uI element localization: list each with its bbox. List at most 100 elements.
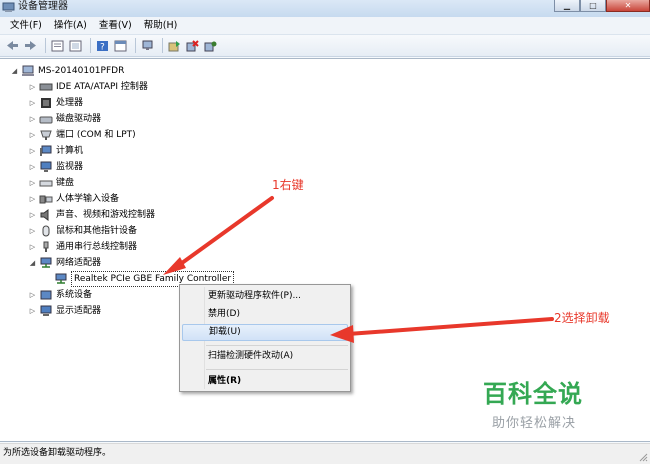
tree-item-hid[interactable]: ▷ 人体学输入设备	[28, 191, 119, 207]
expand-arrow-icon[interactable]: ▷	[28, 99, 37, 107]
close-button[interactable]: ✕	[606, 0, 650, 12]
tree-label: 显示适配器	[56, 306, 102, 316]
tree-label: 端口 (COM 和 LPT)	[56, 130, 136, 140]
computer-icon	[22, 65, 34, 76]
expand-arrow-icon[interactable]: ▷	[28, 291, 37, 299]
network-adapter-icon	[55, 273, 67, 284]
expand-arrow-icon[interactable]: ▷	[28, 131, 37, 139]
status-bar: 为所选设备卸载驱动程序。	[0, 443, 650, 464]
tree-label: 系统设备	[56, 290, 93, 300]
tree-label: 监视器	[56, 162, 84, 172]
mouse-icon	[42, 225, 50, 237]
menu-item-uninstall[interactable]: 卸载(U)	[182, 324, 348, 341]
uninstall-icon[interactable]	[203, 38, 218, 53]
toolbar-separator	[90, 38, 91, 53]
svg-text:?: ?	[100, 42, 105, 52]
menu-help[interactable]: 帮助(H)	[138, 18, 184, 34]
context-menu: 更新驱动程序软件(P)... 禁用(D) 卸载(U) 扫描检测硬件改动(A) 属…	[179, 284, 351, 392]
tree-label: 计算机	[56, 146, 84, 156]
network-adapter-icon	[40, 257, 52, 268]
forward-icon[interactable]	[23, 38, 38, 53]
port-icon	[40, 130, 52, 140]
tree-item-ide[interactable]: ▷ IDE ATA/ATAPI 控制器	[28, 79, 148, 95]
tree-item-mouse[interactable]: ▷ 鼠标和其他指针设备	[28, 223, 137, 239]
tree-label: 人体学输入设备	[56, 194, 120, 204]
speaker-icon	[40, 209, 49, 221]
display-adapter-icon	[40, 305, 52, 316]
tree-root[interactable]: ◢ MS-20140101PFDR	[10, 63, 124, 79]
status-text: 为所选设备卸载驱动程序。	[3, 448, 112, 458]
expand-arrow-icon[interactable]: ▷	[28, 307, 37, 315]
monitor-icon	[40, 161, 52, 172]
maximize-button[interactable]: □	[580, 0, 606, 12]
toolbar-separator	[135, 38, 136, 53]
menu-file[interactable]: 文件(F)	[4, 18, 48, 34]
help-icon[interactable]: ?	[95, 38, 110, 53]
hid-icon	[39, 195, 53, 204]
menu-item-disable[interactable]: 禁用(D)	[182, 306, 348, 323]
toolbar-separator	[45, 38, 46, 53]
tree-label: 网络适配器	[56, 258, 102, 268]
update-driver-icon[interactable]	[167, 38, 182, 53]
menu-separator	[206, 345, 348, 346]
tree-item-monitor[interactable]: ▷ 监视器	[28, 159, 83, 175]
list-icon[interactable]	[68, 38, 83, 53]
expand-arrow-icon[interactable]: ▷	[28, 211, 37, 219]
expand-arrow-icon[interactable]: ▷	[28, 115, 37, 123]
menu-item-update-driver[interactable]: 更新驱动程序软件(P)...	[182, 288, 348, 305]
tree-label: 通用串行总线控制器	[56, 242, 138, 252]
tree-item-disk[interactable]: ▷ 磁盘驱动器	[28, 111, 101, 127]
expand-arrow-icon[interactable]: ▷	[28, 243, 37, 251]
tree-label: 键盘	[56, 178, 75, 188]
resize-grip-icon[interactable]	[638, 452, 648, 462]
disable-icon[interactable]	[185, 38, 200, 53]
system-device-icon	[40, 290, 52, 300]
computer-name: MS-20140101PFDR	[38, 66, 125, 76]
watermark-subtitle: 助你轻松解决	[492, 416, 577, 431]
menu-separator	[206, 369, 348, 370]
tree-item-system[interactable]: ▷ 系统设备	[28, 287, 92, 303]
tree-item-processor[interactable]: ▷ 处理器	[28, 95, 83, 111]
tree-item-keyboard[interactable]: ▷ 键盘	[28, 175, 74, 191]
properties-icon[interactable]	[50, 38, 65, 53]
back-icon[interactable]	[5, 38, 20, 53]
expand-arrow-icon[interactable]: ▷	[28, 227, 37, 235]
expand-arrow-icon[interactable]: ▷	[28, 195, 37, 203]
collapse-arrow-icon[interactable]: ◢	[10, 67, 19, 75]
processor-icon	[41, 98, 51, 108]
title-bar: 设备管理器 ▁ □ ✕	[0, 0, 650, 17]
expand-arrow-icon[interactable]: ▷	[28, 163, 37, 171]
menu-action[interactable]: 操作(A)	[48, 18, 93, 34]
toolbar: ?	[0, 35, 650, 57]
tree-label: IDE ATA/ATAPI 控制器	[56, 82, 148, 92]
usb-icon	[43, 241, 49, 252]
tree-label: 鼠标和其他指针设备	[56, 226, 138, 236]
menu-bar: 文件(F) 操作(A) 查看(V) 帮助(H)	[0, 17, 650, 35]
menu-item-properties[interactable]: 属性(R)	[182, 373, 348, 390]
tree-item-computer[interactable]: ▷ 计算机	[28, 143, 83, 159]
tree-item-network[interactable]: ◢ 网络适配器	[28, 255, 101, 271]
tree-label: 处理器	[56, 98, 84, 108]
window-controls: ▁ □ ✕	[554, 0, 650, 14]
tree-label: 磁盘驱动器	[56, 114, 102, 124]
annotation-step1: 1右键	[272, 178, 304, 192]
monitor-scan-icon[interactable]	[140, 38, 155, 53]
device-manager-icon	[2, 2, 15, 12]
menu-view[interactable]: 查看(V)	[93, 18, 138, 34]
watermark-title: 百科全说	[483, 380, 583, 408]
annotation-step2: 2选择卸载	[554, 311, 610, 325]
console-icon[interactable]	[113, 38, 128, 53]
expand-arrow-icon[interactable]: ▷	[28, 83, 37, 91]
tree-item-usb[interactable]: ▷ 通用串行总线控制器	[28, 239, 137, 255]
disk-drive-icon	[39, 116, 53, 124]
expand-arrow-icon[interactable]: ▷	[28, 147, 37, 155]
tree-item-ports[interactable]: ▷ 端口 (COM 和 LPT)	[28, 127, 136, 143]
minimize-button[interactable]: ▁	[554, 0, 580, 12]
tree-item-sound[interactable]: ▷ 声音、视频和游戏控制器	[28, 207, 155, 223]
window-title: 设备管理器	[18, 1, 68, 12]
menu-item-scan-hardware[interactable]: 扫描检测硬件改动(A)	[182, 348, 348, 365]
collapse-arrow-icon[interactable]: ◢	[28, 259, 37, 267]
expand-arrow-icon[interactable]: ▷	[28, 179, 37, 187]
computer-icon	[40, 145, 52, 156]
tree-item-display[interactable]: ▷ 显示适配器	[28, 303, 101, 319]
